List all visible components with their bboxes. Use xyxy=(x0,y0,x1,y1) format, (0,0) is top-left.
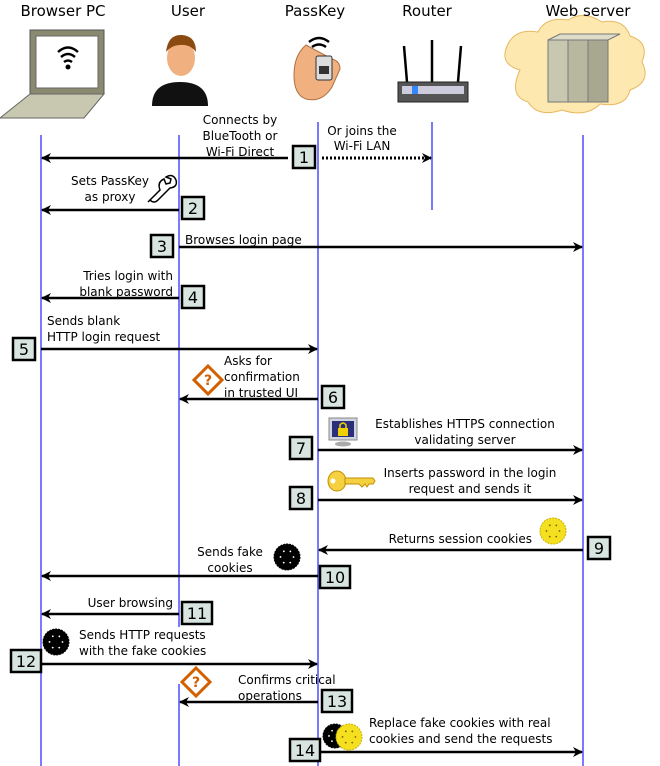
step-number: 12 xyxy=(16,652,36,671)
wifi-router-icon xyxy=(397,40,469,103)
message-label: Establishes HTTPS connection xyxy=(375,417,555,431)
fake-cookie-icon xyxy=(273,543,301,571)
svg-text:?: ? xyxy=(204,373,212,389)
laptop-wifi-icon xyxy=(0,29,106,119)
user-avatar-icon xyxy=(152,34,208,106)
message-label: Sends blank xyxy=(47,314,120,328)
actor-label-user: User xyxy=(171,2,206,20)
step-2: Sets PassKey as proxy 2 xyxy=(41,174,206,221)
message-label: HTTP login request xyxy=(47,330,160,344)
message-label: Replace fake cookies with real xyxy=(369,716,551,730)
step-number: 4 xyxy=(188,288,198,307)
step-number: 11 xyxy=(187,604,207,623)
step-number: 13 xyxy=(327,692,347,711)
step-10: Sends fake cookies 10 xyxy=(41,545,352,590)
message-label: validating server xyxy=(414,433,515,447)
actor-label-browser: Browser PC xyxy=(20,2,105,20)
step-number: 5 xyxy=(19,340,29,359)
cookie-swap-icon xyxy=(322,723,363,751)
step-number: 8 xyxy=(296,489,306,508)
step-4: Tries login with blank password 4 xyxy=(41,269,206,310)
hand-holding-device-icon xyxy=(293,36,341,101)
message-label: with the fake cookies xyxy=(79,644,206,658)
step-number: 7 xyxy=(296,439,306,458)
step-number: 10 xyxy=(325,568,345,587)
message-label: cookies xyxy=(207,561,252,575)
cloud-server-icon xyxy=(504,15,646,114)
message-label: Inserts password in the login xyxy=(384,466,557,480)
step-3: Browses login page 3 xyxy=(149,233,583,259)
message-label: in trusted UI xyxy=(224,386,298,400)
actor-label-server: Web server xyxy=(546,2,632,20)
message-label: request and sends it xyxy=(409,482,532,496)
step-number: 9 xyxy=(594,539,604,558)
message-label: blank password xyxy=(79,285,173,299)
message-label: operations xyxy=(238,689,302,703)
fake-cookie-icon xyxy=(42,628,70,656)
wrench-icon xyxy=(147,174,178,203)
step-11: User browsing 11 xyxy=(41,596,214,626)
warning-question-icon: ? xyxy=(179,665,213,699)
message-label: Tries login with xyxy=(82,269,173,283)
real-cookie-icon xyxy=(539,517,567,545)
warning-question-icon: ? xyxy=(191,363,225,397)
message-label: confirmation xyxy=(224,370,300,384)
message-label: Returns session cookies xyxy=(389,532,532,546)
message-label: Wi-Fi Direct xyxy=(206,145,275,159)
message-label: Wi-Fi LAN xyxy=(334,139,391,153)
message-label: Confirms critical xyxy=(238,673,336,687)
step-number: 14 xyxy=(295,741,315,760)
secure-monitor-icon xyxy=(328,417,358,447)
message-label: Connects by xyxy=(203,113,277,127)
message-label: cookies and send the requests xyxy=(369,732,552,746)
step-9: Returns session cookies 9 xyxy=(318,532,612,561)
step-number: 2 xyxy=(188,199,198,218)
step-number: 3 xyxy=(157,237,167,256)
message-label: BlueTooth or xyxy=(203,129,278,143)
message-label: User browsing xyxy=(88,596,173,610)
svg-text:?: ? xyxy=(192,675,200,691)
step-1b: Or joins theWi-Fi LAN xyxy=(322,124,432,163)
message-label: Sends HTTP requests xyxy=(79,628,206,642)
step-number: 1 xyxy=(299,148,309,167)
diagram-canvas: Connects by BlueTooth or Wi-Fi Direct 1 Or j… xyxy=(0,2,646,766)
message-label: Sets PassKey xyxy=(71,174,149,188)
actor-label-passkey: PassKey xyxy=(285,2,346,20)
message-label: as proxy xyxy=(85,190,136,204)
message-label: Or joins the xyxy=(327,124,397,138)
message-label: Asks for xyxy=(224,354,272,368)
message-label: Sends fake xyxy=(197,545,263,559)
actor-label-router: Router xyxy=(402,2,453,20)
key-icon xyxy=(327,470,376,492)
step-number: 6 xyxy=(328,388,338,407)
sequence-diagram: Connects by BlueTooth or Wi-Fi Direct 1 Or j… xyxy=(0,0,660,766)
message-label: Browses login page xyxy=(185,233,302,247)
